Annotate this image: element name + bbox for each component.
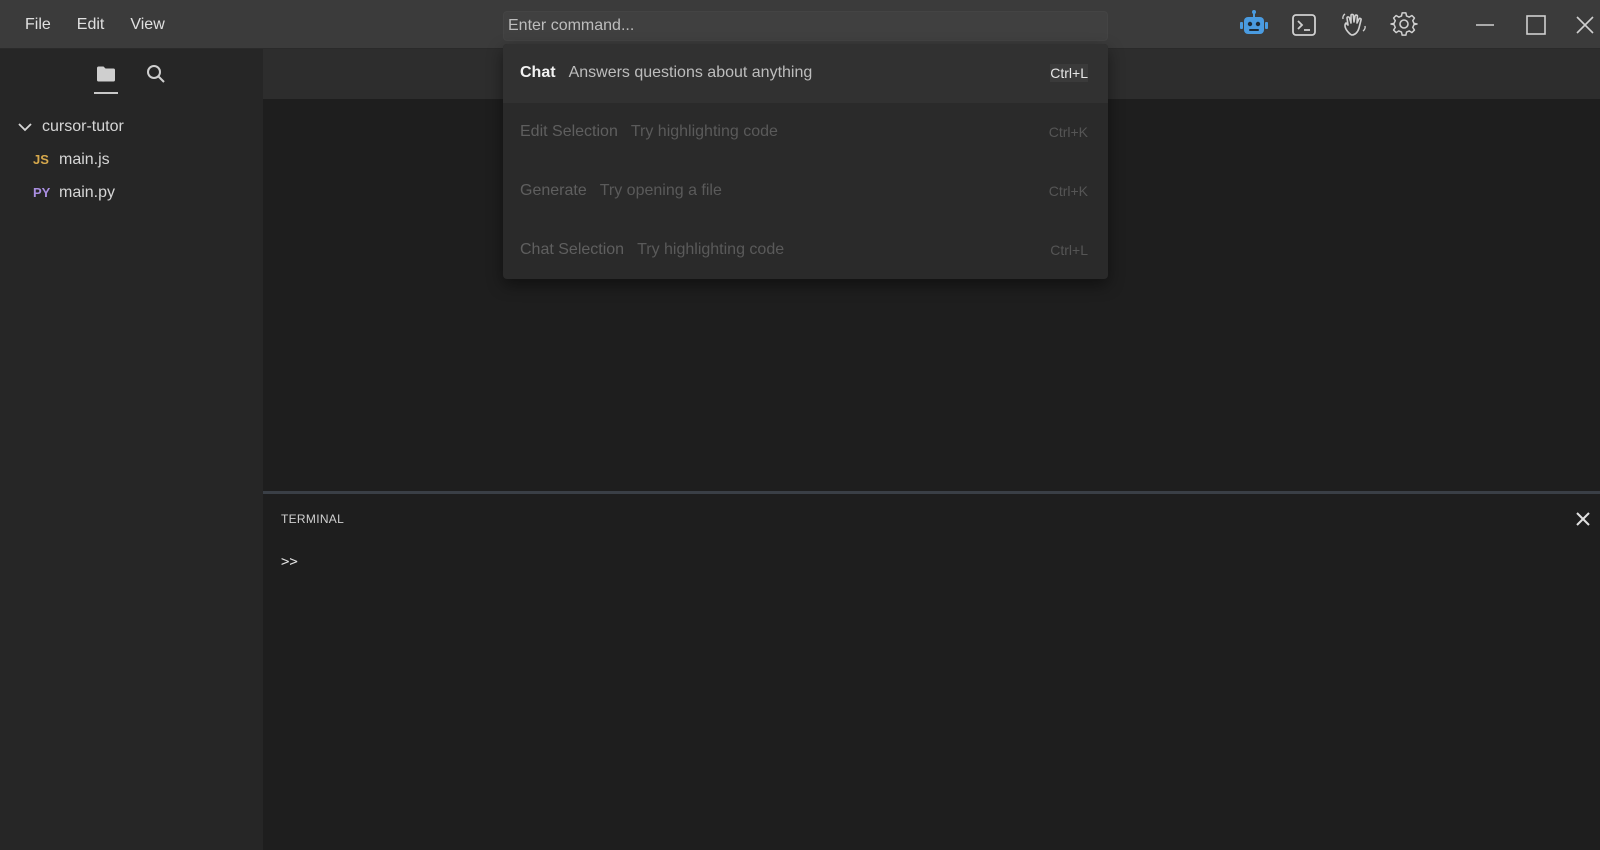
palette-item-name: Chat Selection [520,240,625,258]
palette-item-generate[interactable]: Generate Try opening a file Ctrl+K [503,162,1108,221]
folder-icon[interactable] [91,59,121,94]
terminal-panel[interactable]: TERMINAL >> [263,491,1600,850]
menu-edit[interactable]: Edit [64,16,118,34]
palette-item-edit-selection[interactable]: Edit Selection Try highlighting code Ctr… [503,103,1108,162]
close-icon[interactable] [1568,8,1600,42]
file-label: main.js [59,150,110,168]
folder-label: cursor-tutor [42,117,124,135]
chevron-down-icon [18,122,32,131]
terminal-close-icon[interactable] [1570,506,1596,532]
py-file-icon: PY [33,185,51,200]
file-label: main.py [59,183,116,201]
palette-item-desc: Answers questions about anything [568,64,813,82]
hand-wave-icon[interactable] [1337,8,1371,42]
title-bar: File Edit View [0,0,1600,49]
maximize-icon[interactable] [1519,8,1553,42]
js-file-icon: JS [33,152,49,167]
palette-item-desc: Try highlighting code [637,240,785,258]
file-item[interactable]: PY main.py [0,176,263,209]
palette-item-desc: Try opening a file [599,181,722,199]
sidebar-tabs [0,49,263,99]
terminal-icon[interactable] [1287,8,1321,42]
menu-bar: File Edit View [12,0,178,49]
palette-item-shortcut: Ctrl+K [1048,182,1088,199]
menu-view[interactable]: View [117,16,177,34]
menu-file[interactable]: File [12,16,64,34]
terminal-title: TERMINAL [281,512,345,526]
palette-item-name: Generate [520,181,587,199]
file-item[interactable]: JS main.js [0,143,263,176]
palette-item-shortcut: Ctrl+L [1050,64,1088,83]
palette-item-chat[interactable]: Chat Answers questions about anything Ct… [503,44,1108,103]
palette-item-name: Chat [520,64,556,82]
minimize-icon[interactable] [1468,8,1502,42]
sidebar: cursor-tutor JS main.js PY main.py [0,49,263,850]
terminal-prompt: >> [281,554,298,570]
command-input[interactable] [503,11,1108,41]
palette-item-name: Edit Selection [520,123,618,141]
search-icon[interactable] [141,59,171,89]
palette-item-shortcut: Ctrl+K [1048,124,1088,141]
palette-item-desc: Try highlighting code [630,123,778,141]
command-palette: Chat Answers questions about anything Ct… [503,44,1108,279]
gear-icon[interactable] [1387,8,1421,42]
robot-icon[interactable] [1237,8,1271,42]
palette-item-chat-selection[interactable]: Chat Selection Try highlighting code Ctr… [503,220,1108,279]
palette-item-shortcut: Ctrl+L [1050,241,1088,258]
file-tree: cursor-tutor JS main.js PY main.py [0,110,263,209]
folder-item[interactable]: cursor-tutor [0,110,263,143]
